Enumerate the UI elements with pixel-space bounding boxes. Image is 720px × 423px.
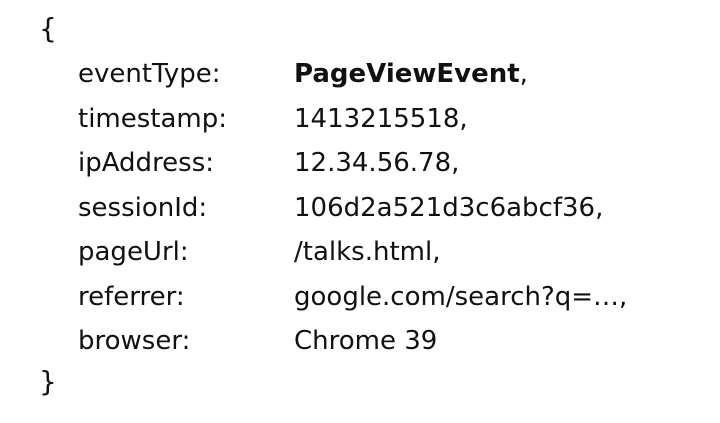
- field-value: /talks.html,: [294, 237, 441, 267]
- field-key: timestamp:: [78, 103, 228, 134]
- open-brace: {: [39, 12, 57, 45]
- field-key: referrer:: [78, 281, 185, 312]
- field-value: 106d2a521d3c6abcf36,: [294, 192, 604, 223]
- field-value: google.com/search?q=…,: [294, 281, 628, 312]
- field-row-referrer: referrer: google.com/search?q=…,: [78, 279, 698, 324]
- field-value: 12.34.56.78,: [294, 148, 460, 178]
- field-row-ip-address: ipAddress: 12.34.56.78,: [78, 145, 698, 190]
- field-value-container: PageViewEvent,: [294, 56, 528, 92]
- field-key: eventType:: [78, 59, 221, 89]
- field-row-browser: browser: Chrome 39: [78, 323, 698, 368]
- field-value-suffix: ,: [519, 59, 528, 89]
- field-value: PageViewEvent: [294, 59, 520, 89]
- field-value: 1413215518,: [294, 103, 468, 134]
- field-row-event-type: eventType: PageViewEvent,: [78, 56, 698, 101]
- field-row-timestamp: timestamp: 1413215518,: [78, 101, 698, 146]
- field-key: pageUrl:: [78, 237, 189, 267]
- field-key: ipAddress:: [78, 148, 215, 178]
- field-value: Chrome 39: [294, 326, 438, 356]
- field-row-page-url: pageUrl: /talks.html,: [78, 234, 698, 279]
- field-key: browser:: [78, 326, 191, 356]
- field-list: eventType: PageViewEvent, timestamp: 141…: [78, 56, 698, 368]
- close-brace: }: [39, 365, 57, 398]
- field-row-session-id: sessionId: 106d2a521d3c6abcf36,: [78, 190, 698, 235]
- field-key: sessionId:: [78, 192, 208, 223]
